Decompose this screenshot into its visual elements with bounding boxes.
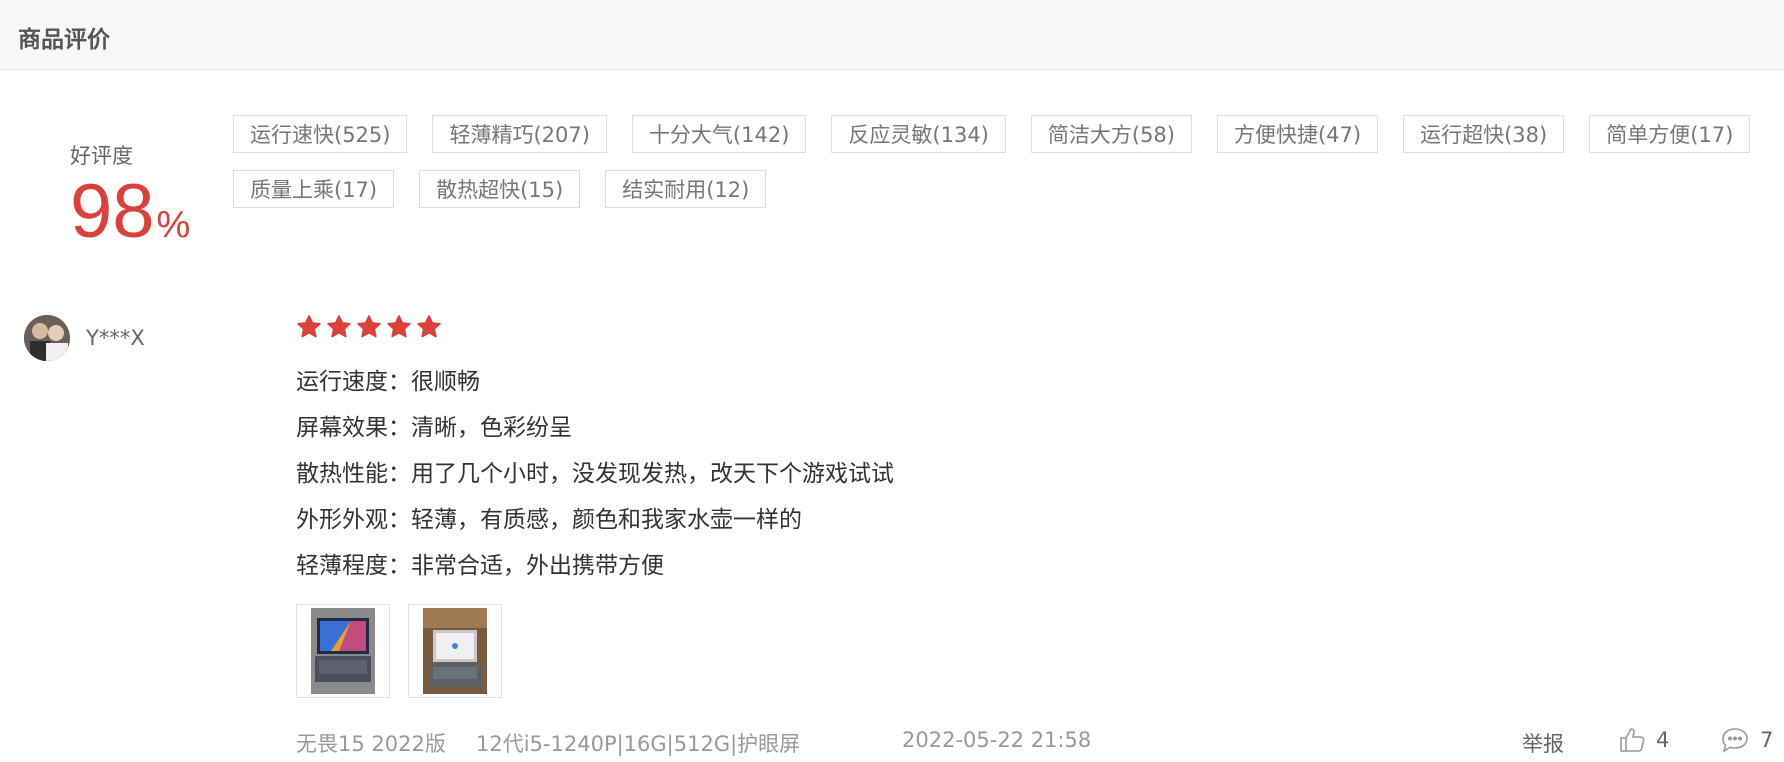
- tag-chip[interactable]: 简洁大方(58): [1030, 115, 1192, 153]
- tag-chip[interactable]: 轻薄精巧(207): [432, 115, 607, 153]
- review-footer: 无畏15 2022版 12代i5-1240P|16G|512G|护眼屏 2022…: [296, 728, 1784, 760]
- tag-chip[interactable]: 方便快捷(47): [1216, 115, 1379, 153]
- report-button[interactable]: 举报: [1522, 728, 1564, 758]
- review-date: 2022-05-22 21:58: [902, 728, 1092, 752]
- tag-chip[interactable]: 十分大气(142): [631, 115, 807, 153]
- review-photo-thumbnail[interactable]: [296, 604, 390, 698]
- review-line: 运行速度：很顺畅: [296, 369, 480, 395]
- avatar: [24, 315, 70, 361]
- rating-value: 98%: [70, 172, 220, 265]
- tag-chip[interactable]: 运行速快(525): [233, 115, 408, 153]
- comment-button[interactable]: 7: [1720, 726, 1773, 754]
- review-content: 运行速度：很顺畅 屏幕效果：清晰，色彩纷呈 散热性能：用了几个小时，没发现发热，…: [296, 365, 894, 595]
- tag-chip[interactable]: 反应灵敏(134): [831, 115, 1006, 153]
- rating-number: 98: [70, 169, 155, 254]
- tag-chip[interactable]: 运行超快(38): [1403, 115, 1565, 153]
- review-line: 屏幕效果：清晰，色彩纷呈: [296, 415, 572, 441]
- like-count: 4: [1656, 728, 1670, 752]
- section-title: 商品评价: [18, 27, 110, 53]
- review-author: Y***X: [24, 315, 145, 361]
- star-icon: [327, 315, 351, 338]
- product-spec: 12代i5-1240P|16G|512G|护眼屏: [476, 732, 801, 756]
- tag-chip[interactable]: 散热超快(15): [419, 170, 581, 208]
- star-icon: [387, 315, 411, 338]
- rating-label: 好评度: [70, 144, 133, 168]
- star-rating: [296, 314, 442, 340]
- username: Y***X: [86, 326, 145, 350]
- tag-chip[interactable]: 简单方便(17): [1589, 115, 1751, 153]
- rating-summary: 好评度 98%: [70, 140, 220, 265]
- review-photos: [296, 604, 502, 698]
- tag-chip[interactable]: 质量上乘(17): [233, 170, 395, 208]
- section-header: 商品评价: [0, 0, 1784, 70]
- review-line: 散热性能：用了几个小时，没发现发热，改天下个游戏试试: [296, 461, 894, 487]
- review-line: 外形外观：轻薄，有质感，颜色和我家水壶一样的: [296, 507, 802, 533]
- tag-chip[interactable]: 结实耐用(12): [605, 170, 767, 208]
- comment-count: 7: [1760, 728, 1774, 752]
- like-button[interactable]: 4: [1618, 726, 1669, 754]
- star-icon: [297, 315, 321, 338]
- product-model: 无畏15 2022版: [296, 732, 446, 756]
- tag-list: 运行速快(525) 轻薄精巧(207) 十分大气(142) 反应灵敏(134) …: [233, 115, 1781, 208]
- star-icon: [417, 315, 441, 338]
- comment-icon: [1722, 728, 1748, 753]
- review-photo-thumbnail[interactable]: [408, 604, 502, 698]
- rating-unit: %: [156, 204, 191, 246]
- thumbs-up-icon: [1620, 728, 1645, 752]
- review-line: 轻薄程度：非常合适，外出携带方便: [296, 553, 664, 579]
- star-icon: [357, 315, 381, 338]
